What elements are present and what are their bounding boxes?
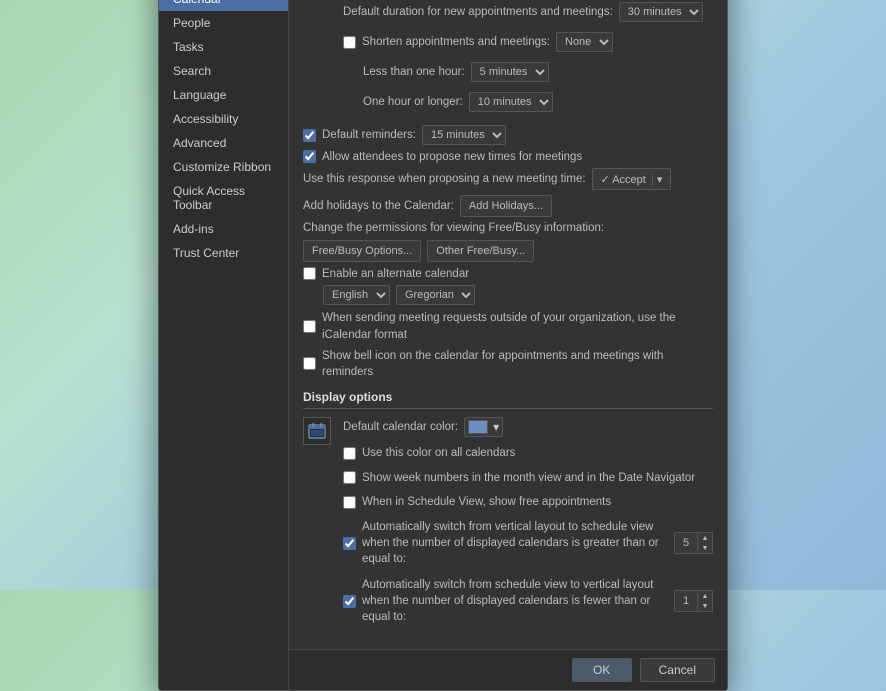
allow-attendees-label: Allow attendees to propose new times for…	[322, 151, 582, 163]
cancel-button[interactable]: Cancel	[640, 658, 715, 682]
reminders-dropdown[interactable]: 15 minutes	[422, 125, 506, 145]
sidebar-item-tasks[interactable]: Tasks	[159, 35, 288, 59]
auto-switch-schedule-checkbox[interactable]	[343, 595, 356, 608]
bell-label: Show bell icon on the calendar for appoi…	[322, 348, 713, 380]
sidebar-item-calendar[interactable]: Calendar	[159, 0, 288, 11]
spinner2-down-button[interactable]: ▼	[698, 601, 712, 611]
dialog-footer: OK Cancel	[289, 649, 727, 690]
permissions-row: Change the permissions for viewing Free/…	[303, 222, 713, 262]
shorten-label: Shorten appointments and meetings:	[362, 36, 550, 48]
shorten-row: Shorten appointments and meetings: None	[343, 32, 713, 52]
spinner1-input[interactable]	[675, 533, 697, 553]
bell-row: Show bell icon on the calendar for appoi…	[303, 348, 713, 380]
sidebar-item-add-ins[interactable]: Add-ins	[159, 217, 288, 241]
dialog-body: General Mail Calendar People Tasks Searc…	[159, 0, 727, 690]
show-free-row: When in Schedule View, show free appoint…	[343, 496, 713, 509]
less-than-dropdown[interactable]: 5 minutes	[471, 62, 549, 82]
shorten-checkbox[interactable]	[343, 36, 356, 49]
icalendar-label: When sending meeting requests outside of…	[322, 310, 713, 342]
duration-dropdown[interactable]: 30 minutes	[619, 2, 703, 22]
one-hour-label: One hour or longer:	[363, 96, 463, 108]
sidebar-item-language[interactable]: Language	[159, 83, 288, 107]
auto-switch-vertical-label: Automatically switch from vertical layou…	[362, 519, 668, 567]
calendar-type-row: English Gregorian	[303, 285, 713, 305]
spinner2-up-button[interactable]: ▲	[698, 591, 712, 601]
language-dropdown[interactable]: English	[323, 285, 390, 305]
default-color-label: Default calendar color:	[343, 421, 458, 433]
sidebar-item-people[interactable]: People	[159, 11, 288, 35]
spinner1-down-button[interactable]: ▼	[698, 543, 712, 553]
calendar-type-dropdown[interactable]: Gregorian	[396, 285, 475, 305]
show-week-checkbox[interactable]	[343, 471, 356, 484]
sidebar-item-quick-access[interactable]: Quick Access Toolbar	[159, 179, 288, 217]
show-week-label: Show week numbers in the month view and …	[362, 470, 713, 486]
spinner1-arrows: ▲ ▼	[697, 533, 712, 553]
permissions-label: Change the permissions for viewing Free/…	[303, 222, 604, 234]
one-hour-row: One hour or longer: 10 minutes	[343, 92, 713, 112]
alternate-calendar-row: Enable an alternate calendar	[303, 267, 713, 280]
propose-row: Use this response when proposing a new m…	[303, 168, 713, 190]
accept-arrow-icon: ▾	[652, 173, 663, 186]
add-holidays-button[interactable]: Add Holidays...	[460, 195, 552, 217]
less-than-label: Less than one hour:	[363, 66, 465, 78]
shorten-dropdown[interactable]: None	[556, 32, 613, 52]
spinner1-wrap: ▲ ▼	[674, 532, 713, 554]
dropdown-arrow-icon: ▾	[493, 420, 499, 434]
one-hour-dropdown[interactable]: 10 minutes	[469, 92, 553, 112]
icalendar-checkbox[interactable]	[303, 320, 316, 333]
accept-label: ✓ Accept	[601, 173, 646, 186]
show-free-label: When in Schedule View, show free appoint…	[362, 496, 611, 508]
color-picker-row: Default calendar color: ▾	[343, 417, 713, 437]
sidebar: General Mail Calendar People Tasks Searc…	[159, 0, 289, 690]
show-week-row: Show week numbers in the month view and …	[343, 470, 713, 486]
auto-switch-schedule-label: Automatically switch from schedule view …	[362, 577, 668, 625]
other-free-button[interactable]: Other Free/Busy...	[427, 240, 534, 262]
color-swatch	[468, 420, 488, 434]
spinner1-up-button[interactable]: ▲	[698, 533, 712, 543]
use-color-label: Use this color on all calendars	[362, 447, 515, 459]
auto-switch-vertical-checkbox[interactable]	[343, 537, 356, 550]
ok-button[interactable]: OK	[572, 658, 632, 682]
spinner2-wrap: ▲ ▼	[674, 590, 713, 612]
display-calendar-icon-box	[303, 417, 331, 445]
default-reminders-row: Default reminders: 15 minutes	[303, 125, 713, 145]
spinner2-arrows: ▲ ▼	[697, 591, 712, 611]
auto-switch-schedule-row: Automatically switch from schedule view …	[343, 577, 713, 625]
show-free-checkbox[interactable]	[343, 496, 356, 509]
sidebar-item-search[interactable]: Search	[159, 59, 288, 83]
sidebar-item-accessibility[interactable]: Accessibility	[159, 107, 288, 131]
propose-label: Use this response when proposing a new m…	[303, 173, 586, 185]
alternate-calendar-checkbox[interactable]	[303, 267, 316, 280]
allow-attendees-checkbox[interactable]	[303, 150, 316, 163]
default-reminders-checkbox[interactable]	[303, 129, 316, 142]
spinner2-input[interactable]	[675, 591, 697, 611]
default-reminders-label: Default reminders:	[322, 129, 416, 141]
accept-button[interactable]: ✓ Accept ▾	[592, 168, 672, 190]
content-area: Calendar options	[289, 0, 727, 690]
default-duration-label: Default duration for new appointments an…	[343, 6, 613, 18]
less-than-row: Less than one hour: 5 minutes	[343, 62, 713, 82]
color-dropdown[interactable]: ▾	[464, 417, 503, 437]
default-color-row: Default calendar color: ▾ Use this color…	[303, 417, 713, 631]
allow-attendees-row: Allow attendees to propose new times for…	[303, 150, 713, 163]
add-online-row: Add online meeting to all meetings Meeti…	[303, 0, 713, 117]
content-scroll[interactable]: Calendar options	[289, 0, 727, 649]
holidays-label: Add holidays to the Calendar:	[303, 200, 454, 212]
icalendar-row: When sending meeting requests outside of…	[303, 310, 713, 342]
bell-checkbox[interactable]	[303, 357, 316, 370]
auto-switch-vertical-row: Automatically switch from vertical layou…	[343, 519, 713, 567]
outlook-options-dialog: Outlook Options ? ✕ General Mail Calenda…	[158, 0, 728, 691]
sidebar-item-trust-center[interactable]: Trust Center	[159, 241, 288, 265]
add-holidays-row: Add holidays to the Calendar: Add Holida…	[303, 195, 713, 217]
section2-title: Display options	[303, 390, 713, 409]
free-busy-button[interactable]: Free/Busy Options...	[303, 240, 421, 262]
sidebar-item-advanced[interactable]: Advanced	[159, 131, 288, 155]
use-color-row: Use this color on all calendars	[343, 447, 713, 460]
use-color-checkbox[interactable]	[343, 447, 356, 460]
alternate-label: Enable an alternate calendar	[322, 268, 469, 280]
display-calendar-icon	[308, 422, 326, 440]
default-duration-row: Default duration for new appointments an…	[343, 2, 713, 22]
sidebar-item-customize-ribbon[interactable]: Customize Ribbon	[159, 155, 288, 179]
